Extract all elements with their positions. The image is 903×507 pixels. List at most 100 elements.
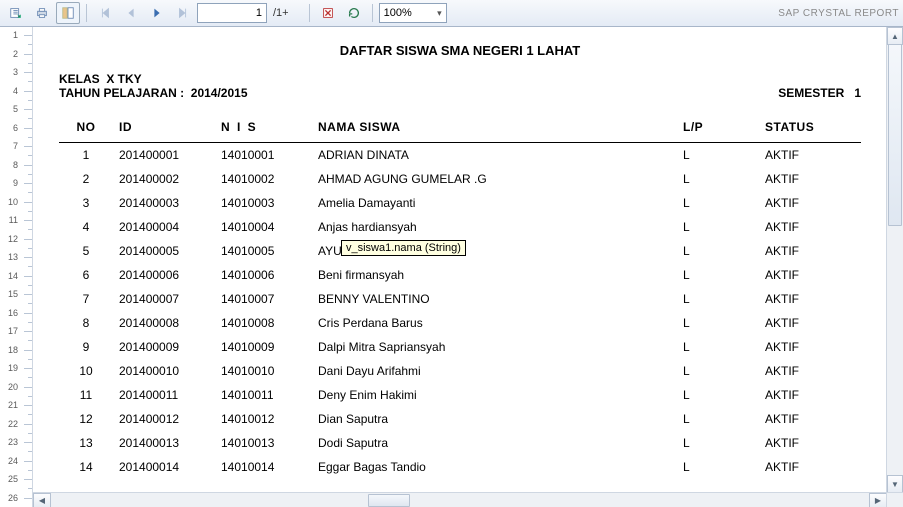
table-row: 920140000914010009Dalpi Mitra Sapriansya… (59, 335, 861, 359)
cell-nis: 14010007 (215, 287, 312, 311)
cell-no: 4 (59, 215, 113, 239)
cell-lp: L (677, 455, 759, 479)
cell-no: 14 (59, 455, 113, 479)
kelas-value: X TKY (106, 72, 141, 86)
app-window: /1+ 100%▾ SAP CRYSTAL REPORT 12345678910… (0, 0, 903, 507)
next-page-button[interactable] (145, 2, 169, 24)
separator (309, 4, 310, 22)
brand-label: SAP CRYSTAL REPORT (778, 8, 899, 19)
prev-page-button[interactable] (119, 2, 143, 24)
table-row: 320140000314010003Amelia DamayantiLAKTIF (59, 191, 861, 215)
cell-lp: L (677, 287, 759, 311)
cell-nis: 14010003 (215, 191, 312, 215)
scroll-thumb-h[interactable] (368, 494, 410, 507)
scroll-down-button[interactable]: ▼ (887, 475, 903, 493)
cell-status: AKTIF (759, 239, 861, 263)
refresh-button[interactable] (342, 2, 366, 24)
col-status: STATUS (759, 114, 861, 143)
cell-lp: L (677, 359, 759, 383)
cell-nis: 14010012 (215, 407, 312, 431)
table-row: 1120140001114010011Deny Enim HakimiLAKTI… (59, 383, 861, 407)
cell-id: 201400014 (113, 455, 215, 479)
cell-status: AKTIF (759, 263, 861, 287)
report-viewport: DAFTAR SISWA SMA NEGERI 1 LAHAT KELAS X … (33, 27, 903, 507)
print-button[interactable] (30, 2, 54, 24)
cell-no: 3 (59, 191, 113, 215)
cell-no: 10 (59, 359, 113, 383)
scroll-corner (886, 492, 903, 507)
cell-nama: Eggar Bagas Tandio (312, 455, 677, 479)
report-title: DAFTAR SISWA SMA NEGERI 1 LAHAT (59, 43, 861, 58)
cell-id: 201400001 (113, 143, 215, 168)
cell-no: 2 (59, 167, 113, 191)
first-page-button[interactable] (93, 2, 117, 24)
cell-nama: Cris Perdana Barus (312, 311, 677, 335)
separator (86, 4, 87, 22)
body: 1234567891011121314151617181920212223242… (0, 27, 903, 507)
table-row: 720140000714010007BENNY VALENTINOLAKTIF (59, 287, 861, 311)
cell-lp: L (677, 167, 759, 191)
cell-nama: Dodi Saputra (312, 431, 677, 455)
field-tooltip: v_siswa1.nama (String) (341, 240, 466, 256)
cell-id: 201400010 (113, 359, 215, 383)
scroll-up-button[interactable]: ▲ (887, 27, 903, 45)
cell-lp: L (677, 383, 759, 407)
cell-status: AKTIF (759, 167, 861, 191)
cell-status: AKTIF (759, 143, 861, 168)
toggle-tree-button[interactable] (56, 2, 80, 24)
table-row: 820140000814010008Cris Perdana BarusLAKT… (59, 311, 861, 335)
cell-nama: ADRIAN DINATA (312, 143, 677, 168)
cell-id: 201400003 (113, 191, 215, 215)
cell-lp: L (677, 215, 759, 239)
cell-lp: L (677, 239, 759, 263)
cell-no: 6 (59, 263, 113, 287)
table-header-row: NO ID N I S NAMA SISWA L/P STATUS (59, 114, 861, 143)
cell-lp: L (677, 263, 759, 287)
scroll-track[interactable] (887, 44, 903, 476)
cell-nis: 14010008 (215, 311, 312, 335)
cell-no: 9 (59, 335, 113, 359)
cell-status: AKTIF (759, 287, 861, 311)
scroll-thumb[interactable] (888, 44, 902, 226)
table-row: 420140000414010004Anjas hardiansyahLAKTI… (59, 215, 861, 239)
cell-nis: 14010005 (215, 239, 312, 263)
separator (372, 4, 373, 22)
cell-no: 7 (59, 287, 113, 311)
page-total-label: /1+ (273, 7, 289, 19)
cell-lp: L (677, 191, 759, 215)
zoom-select[interactable]: 100%▾ (379, 3, 447, 23)
cell-nis: 14010001 (215, 143, 312, 168)
cell-status: AKTIF (759, 359, 861, 383)
cell-nis: 14010002 (215, 167, 312, 191)
horizontal-scrollbar[interactable]: ◀ ▶ (33, 492, 887, 507)
col-nama: NAMA SISWA (312, 114, 677, 143)
cell-nis: 14010013 (215, 431, 312, 455)
cell-nama: Dani Dayu Arifahmi (312, 359, 677, 383)
col-no: NO (59, 114, 113, 143)
vertical-scrollbar[interactable]: ▲ ▼ (886, 27, 903, 493)
cell-no: 12 (59, 407, 113, 431)
table-row: 620140000614010006Beni firmansyahLAKTIF (59, 263, 861, 287)
cell-id: 201400013 (113, 431, 215, 455)
cell-nama: Dalpi Mitra Sapriansyah (312, 335, 677, 359)
cell-lp: L (677, 143, 759, 168)
export-button[interactable] (4, 2, 28, 24)
cell-nama: Deny Enim Hakimi (312, 383, 677, 407)
cell-status: AKTIF (759, 431, 861, 455)
stop-button[interactable] (316, 2, 340, 24)
report-meta: KELAS X TKY TAHUN PELAJARAN : 2014/2015 … (59, 72, 861, 100)
toolbar: /1+ 100%▾ SAP CRYSTAL REPORT (0, 0, 903, 27)
vertical-ruler: 1234567891011121314151617181920212223242… (0, 27, 33, 507)
page-number-input[interactable] (197, 3, 267, 23)
col-id: ID (113, 114, 215, 143)
cell-nis: 14010010 (215, 359, 312, 383)
scroll-right-button[interactable]: ▶ (869, 493, 887, 507)
cell-lp: L (677, 431, 759, 455)
last-page-button[interactable] (171, 2, 195, 24)
table-row: 1220140001214010012Dian SaputraLAKTIF (59, 407, 861, 431)
cell-no: 5 (59, 239, 113, 263)
table-row: 120140000114010001ADRIAN DINATALAKTIF (59, 143, 861, 168)
cell-nama: Dian Saputra (312, 407, 677, 431)
chevron-down-icon: ▾ (437, 8, 442, 19)
scroll-left-button[interactable]: ◀ (33, 493, 51, 507)
